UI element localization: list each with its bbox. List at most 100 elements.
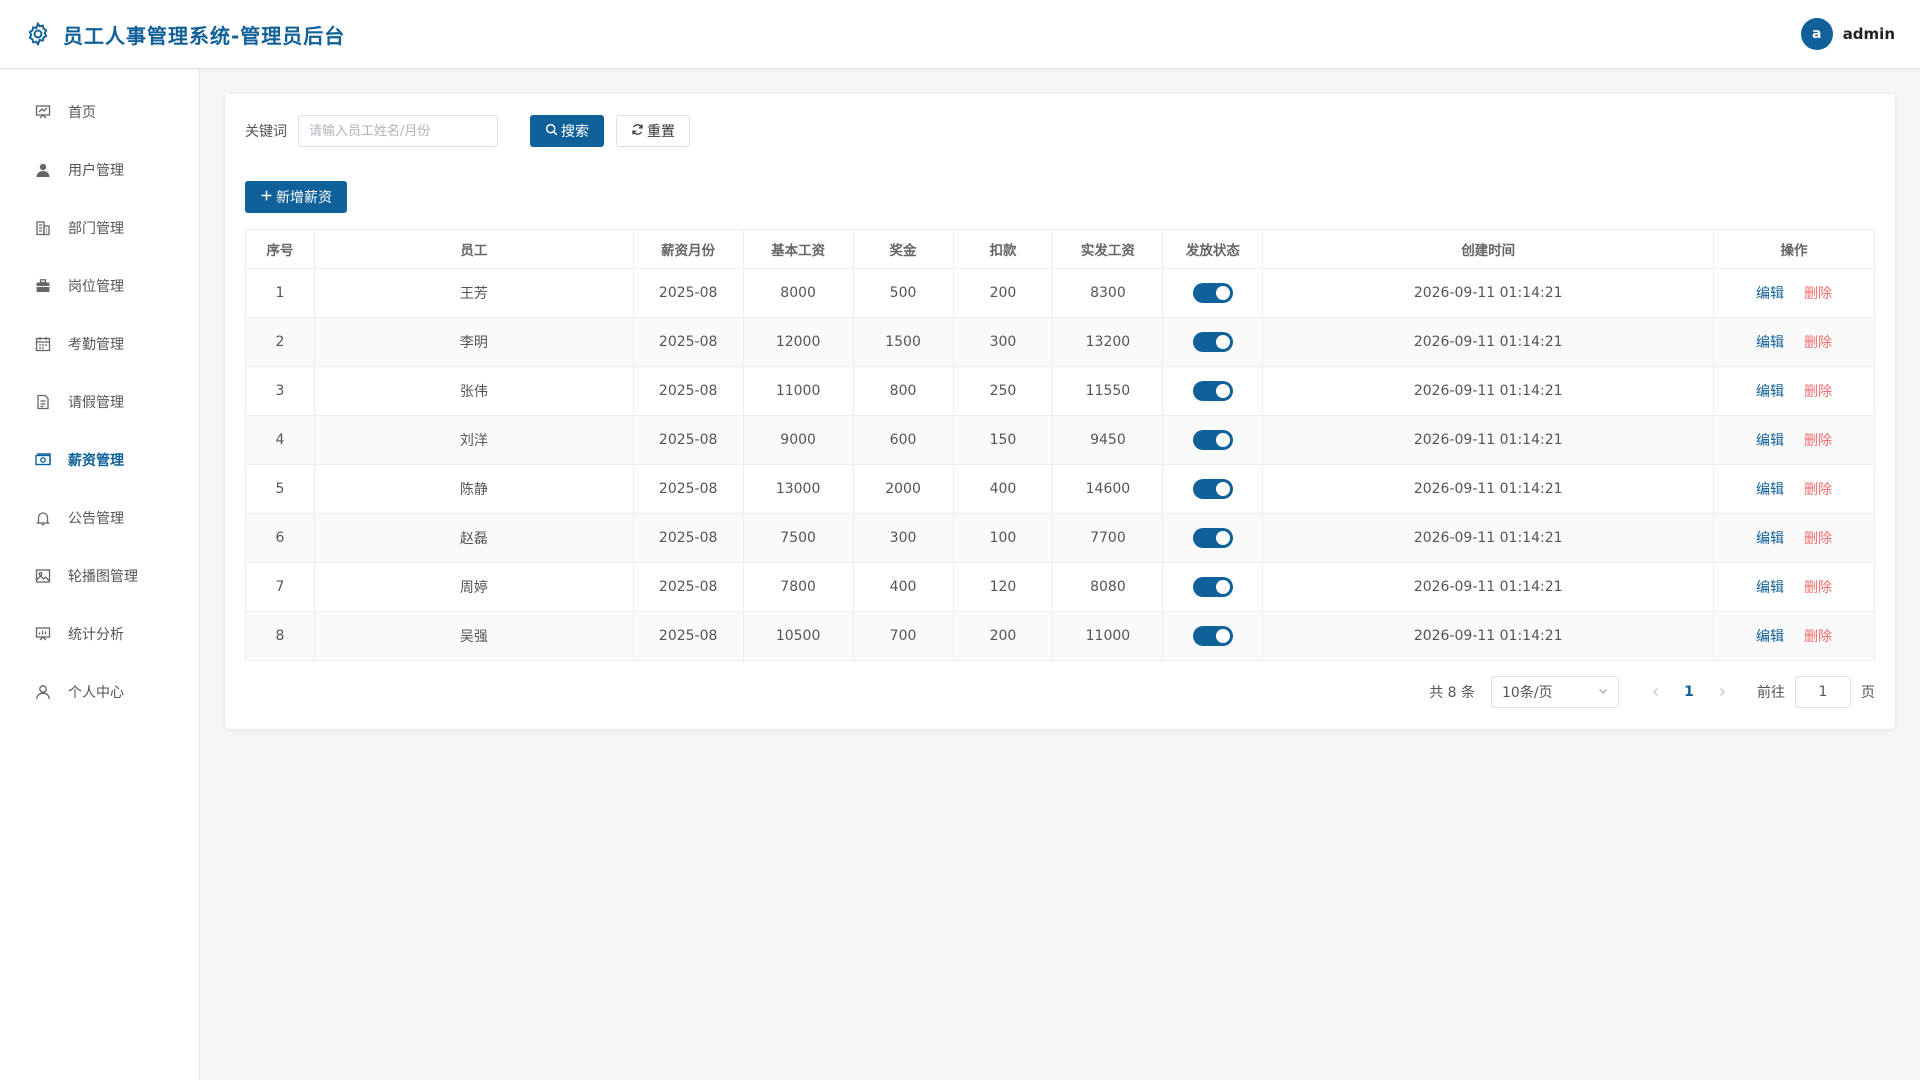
status-toggle[interactable] <box>1192 577 1233 597</box>
delete-button[interactable]: 删除 <box>1804 580 1832 596</box>
table-row: 7 周婷 2025-08 7800 400 120 8080 2026-09-11 01:14… <box>245 562 1875 612</box>
sidebar-item-profile[interactable]: 个人中心 <box>0 663 199 721</box>
column-header: 操作 <box>1713 229 1875 269</box>
cell-status <box>1162 268 1264 318</box>
status-toggle[interactable] <box>1192 528 1233 548</box>
column-header: 实发工资 <box>1052 229 1164 269</box>
status-toggle[interactable] <box>1192 283 1233 303</box>
cell-status <box>1162 513 1264 563</box>
document-icon <box>34 393 52 411</box>
keyword-label: 关键词 <box>245 124 287 140</box>
column-header: 基本工资 <box>742 229 854 269</box>
sidebar-item-positions[interactable]: 岗位管理 <box>0 257 199 315</box>
cell-month: 2025-08 <box>632 562 744 612</box>
sidebar-item-salary[interactable]: 薪资管理 <box>0 431 199 489</box>
cell-bonus: 400 <box>852 562 954 612</box>
delete-button[interactable]: 删除 <box>1804 629 1832 645</box>
calendar-icon <box>34 335 52 353</box>
add-salary-button[interactable]: 新增薪资 <box>245 181 347 213</box>
delete-button[interactable]: 删除 <box>1804 482 1832 498</box>
table-header-row: 序号 员工 薪资月份 基本工资 奖金 扣款 实发工资 发放状态 创建时间 操作 <box>245 229 1875 269</box>
top-header: 员工人事管理系统-管理员后台 a admin <box>0 0 1920 69</box>
reset-button[interactable]: 重置 <box>616 115 690 147</box>
prev-page-button[interactable] <box>1641 678 1671 706</box>
table-row: 3 张伟 2025-08 11000 800 250 11550 2026-09-11 01:… <box>245 366 1875 416</box>
cell-deduction: 150 <box>952 415 1054 465</box>
cell-name: 刘洋 <box>313 415 634 465</box>
brand: 员工人事管理系统-管理员后台 <box>25 20 345 49</box>
page-size-select[interactable]: 10条/页 <box>1491 676 1619 708</box>
sidebar-item-announcements[interactable]: 公告管理 <box>0 489 199 547</box>
sidebar-item-leave[interactable]: 请假管理 <box>0 373 199 431</box>
delete-button[interactable]: 删除 <box>1804 286 1832 302</box>
table-row: 2 李明 2025-08 12000 1500 300 13200 2026-09-11 01… <box>245 317 1875 367</box>
cell-month: 2025-08 <box>632 415 744 465</box>
cell-deduction: 250 <box>952 366 1054 416</box>
avatar[interactable]: a <box>1800 18 1833 50</box>
table-row: 5 陈静 2025-08 13000 2000 400 14600 2026-09-11 01… <box>245 464 1875 514</box>
status-toggle[interactable] <box>1192 479 1233 499</box>
cell-bonus: 2000 <box>852 464 954 514</box>
username[interactable]: admin <box>1843 25 1895 43</box>
edit-button[interactable]: 编辑 <box>1756 629 1784 645</box>
search-button[interactable]: 搜索 <box>530 115 604 147</box>
edit-button[interactable]: 编辑 <box>1756 580 1784 596</box>
chevron-down-icon <box>1598 684 1608 700</box>
bell-icon <box>34 509 52 527</box>
edit-button[interactable]: 编辑 <box>1756 335 1784 351</box>
edit-button[interactable]: 编辑 <box>1756 531 1784 547</box>
cell-name: 周婷 <box>313 562 634 612</box>
picture-icon <box>34 567 52 585</box>
search-button-label: 搜索 <box>561 124 589 140</box>
cell-created: 2026-09-11 01:14:21 <box>1262 317 1715 367</box>
edit-button[interactable]: 编辑 <box>1756 482 1784 498</box>
column-header: 创建时间 <box>1262 229 1715 269</box>
cell-deduction: 100 <box>952 513 1054 563</box>
status-toggle[interactable] <box>1192 332 1233 352</box>
user-menu[interactable]: a admin <box>1800 18 1895 50</box>
edit-button[interactable]: 编辑 <box>1756 286 1784 302</box>
cell-month: 2025-08 <box>632 611 744 661</box>
delete-button[interactable]: 删除 <box>1804 335 1832 351</box>
cell-net: 8300 <box>1052 268 1164 318</box>
sidebar-item-label: 轮播图管理 <box>68 569 138 585</box>
cell-deduction: 200 <box>952 268 1054 318</box>
cell-net: 14600 <box>1052 464 1164 514</box>
edit-button[interactable]: 编辑 <box>1756 433 1784 449</box>
status-toggle[interactable] <box>1192 626 1233 646</box>
cell-bonus: 700 <box>852 611 954 661</box>
sidebar-item-label: 个人中心 <box>68 685 124 701</box>
money-icon <box>34 451 52 469</box>
delete-button[interactable]: 删除 <box>1804 531 1832 547</box>
cell-status <box>1162 562 1264 612</box>
cell-deduction: 200 <box>952 611 1054 661</box>
sidebar-item-label: 考勤管理 <box>68 337 124 353</box>
sidebar-item-attendance[interactable]: 考勤管理 <box>0 315 199 373</box>
sidebar-item-users[interactable]: 用户管理 <box>0 141 199 199</box>
sidebar-item-statistics[interactable]: 统计分析 <box>0 605 199 663</box>
sidebar-item-label: 请假管理 <box>68 395 124 411</box>
cell-bonus: 600 <box>852 415 954 465</box>
goto-label: 前往 <box>1757 685 1785 701</box>
search-input[interactable] <box>298 115 498 147</box>
sidebar-item-home[interactable]: 首页 <box>0 83 199 141</box>
delete-button[interactable]: 删除 <box>1804 384 1832 400</box>
status-toggle[interactable] <box>1192 381 1233 401</box>
edit-button[interactable]: 编辑 <box>1756 384 1784 400</box>
delete-button[interactable]: 删除 <box>1804 433 1832 449</box>
user-filled-icon <box>34 161 52 179</box>
page-number[interactable]: 1 <box>1671 678 1707 706</box>
cell-name: 李明 <box>313 317 634 367</box>
status-toggle[interactable] <box>1192 430 1233 450</box>
cell-status <box>1162 464 1264 514</box>
sidebar-item-carousel[interactable]: 轮播图管理 <box>0 547 199 605</box>
sidebar-item-departments[interactable]: 部门管理 <box>0 199 199 257</box>
goto-page-input[interactable] <box>1795 676 1851 708</box>
page-suffix: 页 <box>1861 685 1875 701</box>
cell-index: 2 <box>245 317 315 367</box>
cell-created: 2026-09-11 01:14:21 <box>1262 366 1715 416</box>
cell-month: 2025-08 <box>632 464 744 514</box>
cell-deduction: 400 <box>952 464 1054 514</box>
cell-net: 9450 <box>1052 415 1164 465</box>
next-page-button[interactable] <box>1707 678 1737 706</box>
